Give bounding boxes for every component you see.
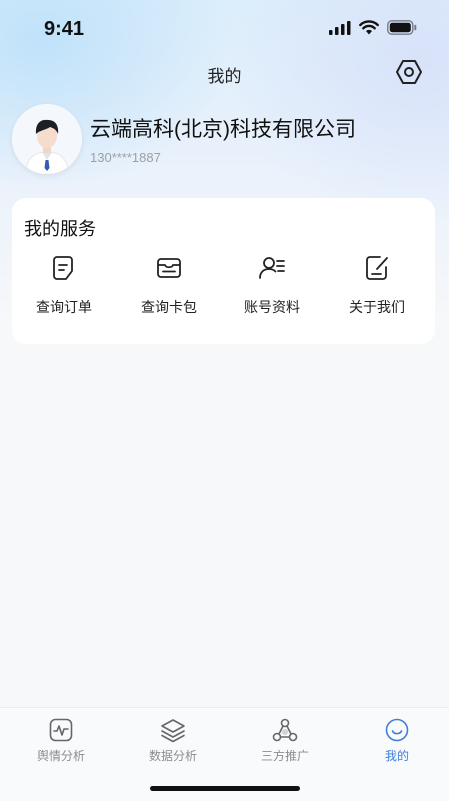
status-bar: 9:41: [0, 0, 449, 52]
service-label: 账号资料: [244, 299, 300, 315]
tab-label: 三方推广: [260, 749, 309, 763]
layers-icon: [161, 719, 185, 743]
order-document-icon: [53, 256, 73, 280]
service-label: 关于我们: [349, 299, 405, 315]
account-profile-icon: [259, 257, 285, 279]
status-icons: [329, 20, 417, 35]
settings-button[interactable]: [395, 58, 423, 86]
services-title: 我的服务: [24, 219, 96, 239]
pulse-chart-icon: [49, 718, 73, 742]
service-query-wallet[interactable]: 查询卡包: [124, 254, 214, 317]
my-services-card: 我的服务 查询订单 查询卡包 账号资料 关于我们: [12, 198, 435, 344]
tab-label: 数据分析: [148, 749, 197, 763]
phone-number: 130****1887: [90, 150, 161, 165]
status-time: 9:41: [44, 18, 85, 40]
tab-mine[interactable]: 我的: [352, 717, 442, 764]
tab-label: 舆情分析: [36, 749, 85, 763]
wallet-icon: [157, 258, 181, 278]
service-label: 查询订单: [36, 299, 92, 315]
user-avatar[interactable]: [12, 104, 82, 174]
home-indicator[interactable]: [150, 786, 300, 791]
avatar-icon: [12, 104, 82, 174]
network-share-icon: [272, 718, 298, 742]
tab-data-analysis[interactable]: 数据分析: [128, 717, 218, 764]
service-label: 查询卡包: [141, 299, 197, 315]
battery-icon: [387, 20, 417, 35]
signal-icon: [329, 20, 351, 35]
service-query-orders[interactable]: 查询订单: [19, 254, 109, 317]
tab-label: 我的: [384, 749, 409, 763]
service-about-us[interactable]: 关于我们: [332, 254, 422, 317]
wifi-icon: [359, 20, 379, 35]
tab-third-party-promotion[interactable]: 三方推广: [240, 717, 330, 764]
edit-document-icon: [366, 256, 388, 280]
service-account-info[interactable]: 账号资料: [227, 254, 317, 317]
page-title: 我的: [207, 67, 242, 86]
company-name: 云端高科(北京)科技有限公司: [90, 118, 356, 141]
profile-header[interactable]: 云端高科(北京)科技有限公司 130****1887: [12, 104, 432, 178]
tab-sentiment-analysis[interactable]: 舆情分析: [16, 717, 106, 764]
smile-icon: [385, 718, 409, 742]
settings-hexagon-icon: [396, 60, 422, 84]
